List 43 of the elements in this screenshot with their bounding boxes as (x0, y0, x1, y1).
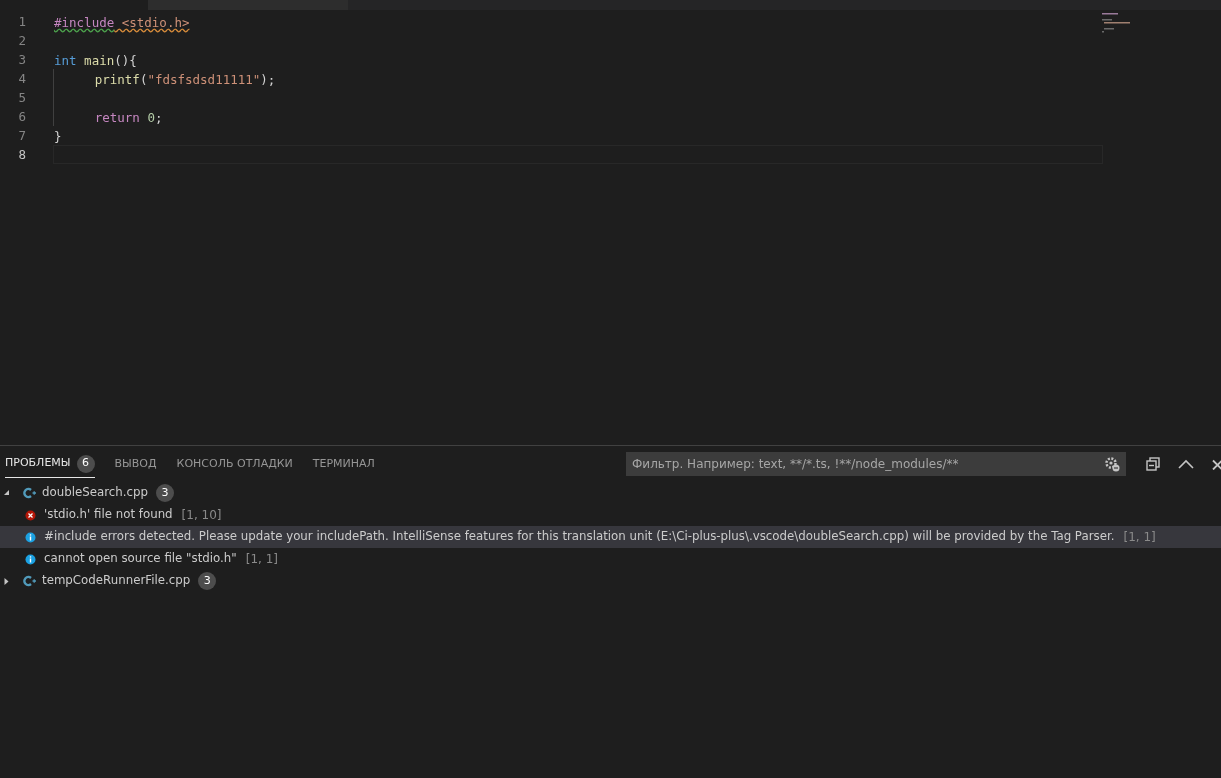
problem-row[interactable]: #include errors detected. Please update your includePath. IntelliSense features for this translation unit (E:\Ci-plus-plus\.vscode\doubleSearch.cpp) will be provided by the Tag Parser. [1, 1] (0, 526, 1221, 548)
count-badge: 3 (155, 484, 174, 502)
collapse-all-icon[interactable] (1146, 457, 1160, 471)
panel-tab[interactable]: ВЫВОД (114, 451, 157, 477)
panel-tab[interactable]: ПРОБЛЕМЫ 6 (5, 450, 95, 478)
cpp-file-icon (23, 575, 36, 587)
line-number: 1 (17, 13, 27, 31)
info-icon (25, 553, 36, 565)
problem-message: 'stdio.h' file not found (44, 506, 173, 524)
cpp-file-icon (23, 487, 36, 499)
panel-tab[interactable]: КОНСОЛЬ ОТЛАДКИ (176, 451, 293, 477)
panel-tab[interactable]: ТЕРМИНАЛ (312, 451, 375, 477)
problem-message: #include errors detected. Please update your includePath. IntelliSense features for this translation unit (E:\Ci-plus-plus\.vscode\doubleSearch.cpp) will be provided by the Tag Parser. (44, 528, 1115, 546)
code-line: #include <stdio.h> (53, 14, 191, 31)
code-line: printf("fdsfsdsd11111"); (93, 71, 277, 88)
problem-location: [1, 10] (181, 507, 222, 524)
line-number: 4 (17, 70, 27, 88)
line-number: 3 (17, 51, 27, 69)
problem-row[interactable]: cannot open source file "stdio.h" [1, 1] (0, 548, 1221, 570)
code-line: } (53, 128, 63, 145)
problem-message: cannot open source file "stdio.h" (44, 550, 237, 568)
line-number: 6 (17, 108, 27, 126)
collapsed-twisty-icon[interactable] (3, 576, 10, 586)
info-icon (25, 531, 36, 543)
code-line: return 0; (93, 109, 164, 126)
problem-location: [1, 1] (245, 551, 278, 568)
problem-row[interactable]: 'stdio.h' file not found [1, 10] (0, 504, 1221, 526)
close-icon[interactable] (1212, 458, 1221, 470)
error-icon (25, 509, 36, 521)
expanded-twisty-icon[interactable] (3, 488, 10, 498)
file-name[interactable]: tempCodeRunnerFile.cpp (42, 572, 191, 590)
problem-location: [1, 1] (1123, 529, 1156, 546)
filter-settings-icon[interactable] (1104, 456, 1120, 472)
count-badge: 3 (198, 572, 217, 590)
file-name[interactable]: doubleSearch.cpp (42, 484, 148, 502)
count-badge: 6 (76, 454, 95, 473)
code-line: int main(){ (53, 52, 138, 69)
line-number: 2 (17, 32, 27, 50)
line-number: 5 (17, 89, 27, 107)
filter-field[interactable]: Фильтр. Например: text, **/*.ts, !**/node_modules/** (626, 452, 1126, 476)
chevron-up-icon[interactable] (1178, 459, 1194, 469)
line-number: 7 (17, 127, 27, 145)
line-number: 8 (17, 146, 27, 164)
